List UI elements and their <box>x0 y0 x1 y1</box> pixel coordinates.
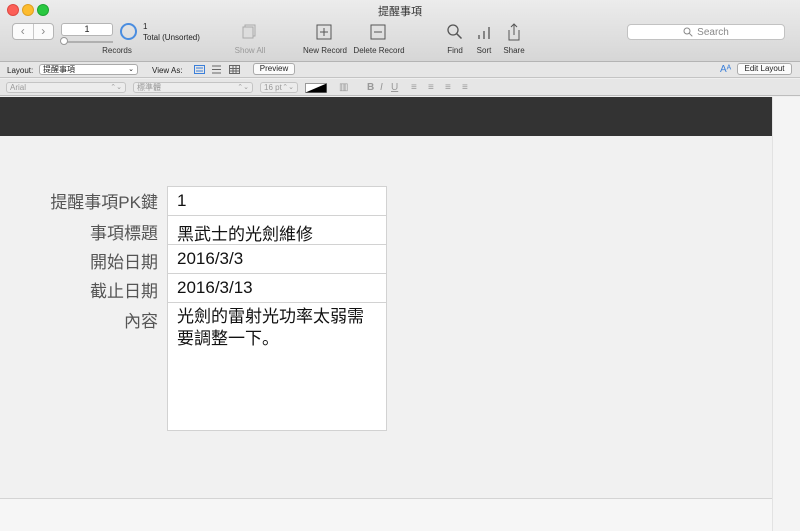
view-as-label: View As: <box>152 66 183 75</box>
found-count: 1 <box>143 22 148 31</box>
found-set-pie-icon <box>120 23 137 40</box>
window-toolbar: 提醒事項 ‹ › 1 Records 1 Total (Unsorted) Sh… <box>0 0 800 62</box>
current-record-field[interactable]: 1 <box>61 23 113 36</box>
vertical-scrollbar[interactable] <box>772 97 800 531</box>
field-label-title: 事項標題 <box>90 224 158 243</box>
sort-icon <box>475 23 493 41</box>
text-color-swatch[interactable] <box>305 83 327 93</box>
show-all-icon <box>240 23 258 41</box>
chevron-down-icon: ⌄ <box>128 66 134 73</box>
new-record-button[interactable]: New Record <box>298 46 352 55</box>
edit-layout-button[interactable]: Edit Layout <box>737 63 792 75</box>
record-slider[interactable] <box>61 41 113 43</box>
sort-button[interactable]: Sort <box>471 46 497 55</box>
layout-header <box>0 97 772 136</box>
form-view-icon[interactable] <box>194 65 205 74</box>
bold-icon[interactable]: B <box>367 82 374 93</box>
align-center-icon[interactable]: ≡ <box>428 82 434 93</box>
font-select[interactable]: Arial ⌃⌄ <box>6 82 126 93</box>
field-pk[interactable]: 1 <box>167 186 387 216</box>
find-button[interactable]: Find <box>442 46 468 55</box>
field-label-pk: 提醒事項PK鍵 <box>50 193 158 212</box>
align-left-icon[interactable]: ≡ <box>411 82 417 93</box>
window-title: 提醒事項 <box>378 6 422 18</box>
style-select-value: 標準體 <box>137 83 161 92</box>
search-icon <box>683 27 693 37</box>
layout-bar: Layout: 提醒事項 ⌄ View As: Preview Aᴬ Edit … <box>0 62 800 78</box>
record-nav-buttons: ‹ › <box>12 23 54 40</box>
previous-record-icon[interactable]: ‹ <box>13 24 33 39</box>
chevron-down-icon: ⌃⌄ <box>282 84 294 91</box>
field-label-start-date: 開始日期 <box>90 253 158 272</box>
formatting-bar-icon[interactable]: Aᴬ <box>720 64 731 75</box>
record-slider-knob[interactable] <box>60 37 68 45</box>
field-label-content: 內容 <box>124 312 158 331</box>
underline-icon[interactable]: U <box>391 82 398 93</box>
chevron-down-icon: ⌃⌄ <box>110 84 122 91</box>
records-label: Records <box>102 46 132 55</box>
size-select[interactable]: 16 pt ⌃⌄ <box>260 82 298 93</box>
font-select-value: Arial <box>10 83 27 92</box>
field-content[interactable]: 光劍的雷射光功率太弱需要調整一下。 <box>167 302 387 431</box>
layout-select-value: 提醒事項 <box>43 65 75 74</box>
field-start-date[interactable]: 2016/3/3 <box>167 244 387 274</box>
justify-icon[interactable]: ≡ <box>462 82 468 93</box>
fill-icon[interactable]: ▥ <box>339 82 348 93</box>
new-record-icon <box>315 23 333 41</box>
layout-label: Layout: <box>7 66 34 75</box>
field-title[interactable]: 黑武士的光劍維修 <box>167 215 387 245</box>
italic-icon[interactable]: I <box>380 82 383 93</box>
share-icon <box>505 23 523 41</box>
table-view-icon[interactable] <box>229 65 240 74</box>
formatting-bar: Arial ⌃⌄ 標準體 ⌃⌄ 16 pt ⌃⌄ ▥ B I U ≡ ≡ ≡ ≡ <box>0 79 800 96</box>
delete-record-icon <box>369 23 387 41</box>
field-label-due-date: 截止日期 <box>90 282 158 301</box>
layout-select[interactable]: 提醒事項 ⌄ <box>39 64 138 75</box>
find-icon <box>446 23 464 41</box>
style-select[interactable]: 標準體 ⌃⌄ <box>133 82 253 93</box>
search-field[interactable]: Search <box>627 24 785 40</box>
size-select-value: 16 pt <box>264 83 282 92</box>
preview-button[interactable]: Preview <box>253 63 295 75</box>
total-label: Total (Unsorted) <box>143 33 200 42</box>
chevron-down-icon: ⌃⌄ <box>237 84 249 91</box>
delete-record-button[interactable]: Delete Record <box>350 46 408 55</box>
list-view-icon[interactable] <box>211 65 222 74</box>
show-all-button[interactable]: Show All <box>228 46 272 55</box>
layout-footer <box>0 498 772 531</box>
share-button[interactable]: Share <box>500 46 528 55</box>
field-due-date[interactable]: 2016/3/13 <box>167 273 387 303</box>
search-placeholder: Search <box>697 26 729 38</box>
align-right-icon[interactable]: ≡ <box>445 82 451 93</box>
next-record-icon[interactable]: › <box>32 24 54 39</box>
